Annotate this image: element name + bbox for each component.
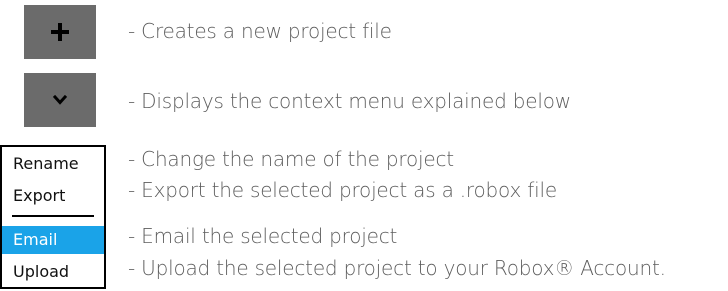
context-menu-button[interactable] — [24, 73, 96, 127]
upload-description: - Upload the selected project to your Ro… — [128, 256, 666, 280]
menu-item-export[interactable]: Export — [2, 182, 104, 210]
context-menu-description: - Displays the context menu explained be… — [128, 89, 571, 113]
menu-separator — [12, 215, 94, 217]
menu-item-email[interactable]: Email — [2, 226, 104, 254]
export-description: - Export the selected project as a .robo… — [128, 178, 557, 202]
context-menu: Rename Export Email Upload — [0, 145, 106, 289]
plus-icon — [51, 23, 69, 41]
new-project-button[interactable] — [24, 5, 96, 59]
new-project-description: - Creates a new project file — [128, 19, 392, 43]
menu-item-rename[interactable]: Rename — [2, 150, 104, 178]
rename-description: - Change the name of the project — [128, 147, 454, 171]
email-description: - Email the selected project — [128, 224, 398, 248]
menu-item-upload[interactable]: Upload — [2, 258, 104, 286]
chevron-down-icon — [53, 95, 67, 105]
